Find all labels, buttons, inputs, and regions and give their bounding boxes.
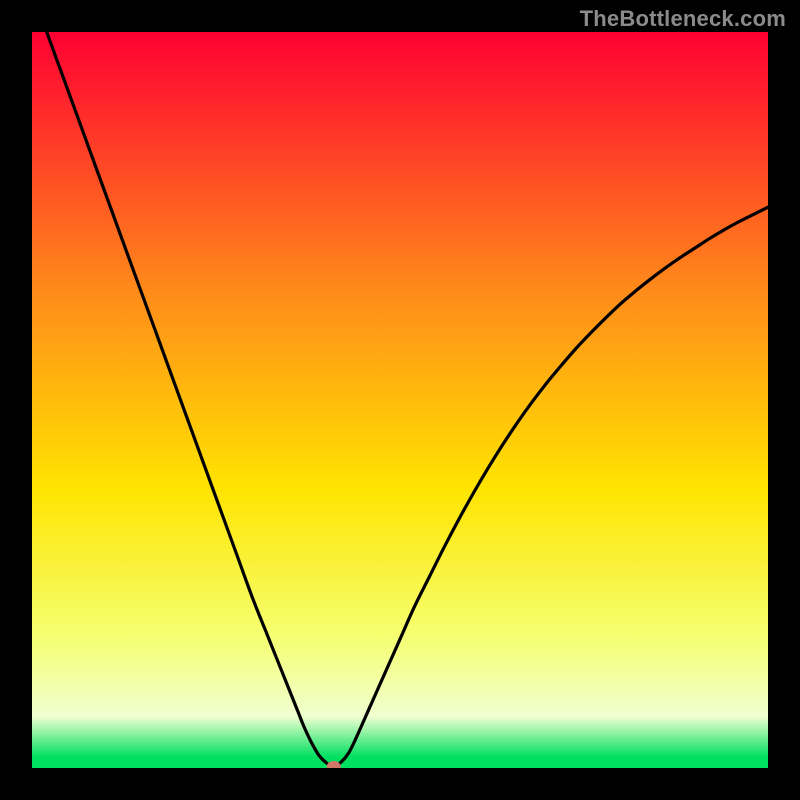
gradient-bg bbox=[32, 32, 768, 768]
chart-frame: { "watermark": "TheBottleneck.com", "col… bbox=[0, 0, 800, 800]
watermark-text: TheBottleneck.com bbox=[580, 6, 786, 32]
bottleneck-chart bbox=[32, 32, 768, 768]
